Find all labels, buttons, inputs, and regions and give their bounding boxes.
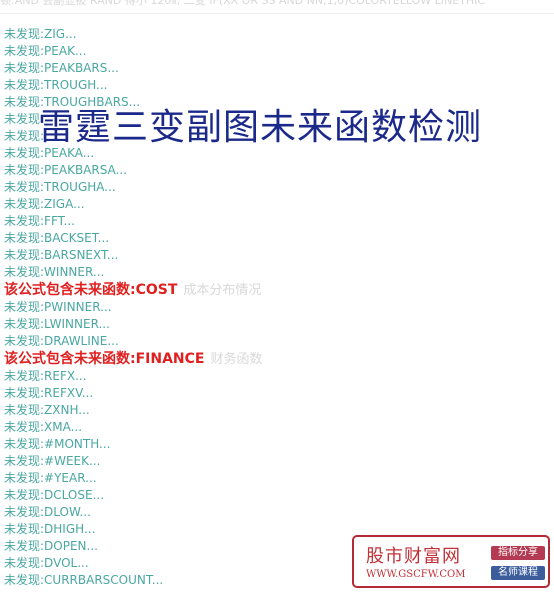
warning-note: 成本分布情况	[183, 283, 262, 298]
not-found-row: 未发现:FFT...	[4, 214, 75, 228]
not-found-row: 未发现:#WEEK...	[4, 454, 101, 468]
not-found-row: 未发现:PWINNER...	[4, 300, 112, 314]
logo-url: WWW.GSCFW.COM	[366, 569, 466, 580]
not-found-row: 未发现:TROUGH...	[4, 78, 108, 92]
not-found-row: 未发现:ZIG...	[4, 27, 77, 41]
not-found-row: 未发现:DRAWLINE...	[4, 334, 119, 348]
not-found-row: 未发现:ZXNH...	[4, 403, 90, 417]
warning-note: 财务函数	[210, 352, 263, 367]
not-found-row: 未发现:PEAKBARSA...	[4, 163, 128, 177]
not-found-row: 未发现:#YEAR...	[4, 471, 97, 485]
not-found-row: 未发现:WINNER...	[4, 265, 105, 279]
not-found-row: 未发现:DCLOSE...	[4, 488, 105, 502]
logo-name: 股市财富网	[366, 546, 461, 567]
not-found-row: 未发现:ZIGA...	[4, 197, 85, 211]
not-found-row: 未发现:PEAKBARS...	[4, 61, 119, 75]
not-found-row: 未发现:REFXV...	[4, 386, 94, 400]
future-function-warning: 该公式包含未来函数:COST 成本分布情况	[4, 281, 554, 299]
not-found-row: 未发现:#MONTH...	[4, 437, 111, 451]
not-found-row: 未发现:XMA...	[4, 420, 83, 434]
formula-fragment: 顿:AND 会副显被 RAND 得小 120Ⅱ, 二变 IF(XX OR SS …	[0, 0, 486, 7]
not-found-row: 未发现:REFX...	[4, 369, 87, 383]
site-logo[interactable]: 股市财富网 WWW.GSCFW.COM 指标分享 名师课程	[352, 535, 550, 588]
tag-teacher-course: 名师课程	[491, 566, 545, 580]
not-found-row: 未发现:TROUGHA...	[4, 180, 116, 194]
warning-text: 该公式包含未来函数:FINANCE	[4, 351, 205, 367]
tag-indicator-share: 指标分享	[491, 546, 545, 560]
not-found-row: 未发现:PEAK...	[4, 44, 87, 58]
not-found-row: 未发现:BARSNEXT...	[4, 248, 119, 262]
not-found-row: 未发现:BACKSET...	[4, 231, 110, 245]
divider	[0, 13, 554, 14]
warning-text: 该公式包含未来函数:COST	[4, 282, 178, 298]
not-found-row: 未发现:DLOW...	[4, 505, 91, 519]
not-found-row: 未发现:LWINNER...	[4, 317, 110, 331]
future-function-warning: 该公式包含未来函数:FINANCE 财务函数	[4, 350, 554, 368]
overlay-title: 雷霆三变副图未来函数检测	[38, 107, 483, 148]
